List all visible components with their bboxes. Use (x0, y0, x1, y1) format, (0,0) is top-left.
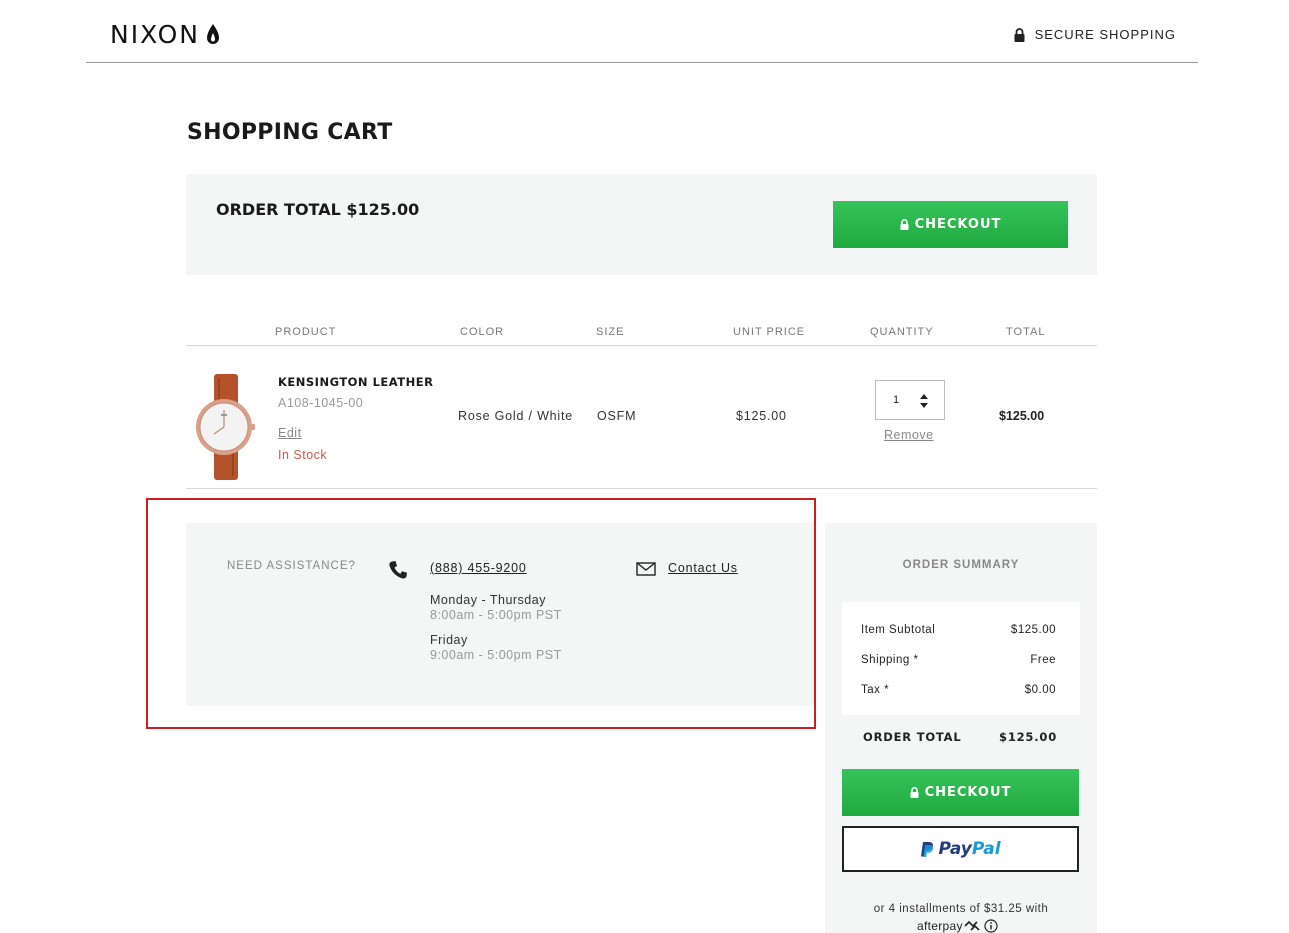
product-color: Rose Gold / White (458, 409, 574, 423)
column-header-product: PRODUCT (275, 326, 337, 338)
hours-day: Monday - Thursday (430, 593, 546, 607)
hours-day: Friday (430, 633, 468, 647)
lock-icon (910, 787, 919, 798)
paypal-button[interactable]: PayPal (842, 826, 1079, 872)
summary-value: $125.00 (1010, 624, 1056, 636)
column-header-quantity: QUANTITY (870, 326, 934, 338)
quantity-value[interactable]: 1 (893, 394, 899, 406)
table-divider (186, 345, 1097, 346)
summary-card: Item Subtotal $125.00 Shipping * Free Ta… (842, 602, 1080, 715)
checkout-label: CHECKOUT (914, 217, 1002, 232)
summary-label: Item Subtotal (861, 624, 936, 636)
quantity-spinner-icon[interactable] (918, 391, 930, 411)
page-title: SHOPPING CART (187, 120, 393, 145)
lock-icon (900, 219, 909, 230)
order-summary-title: ORDER SUMMARY (902, 559, 1020, 571)
info-icon[interactable] (984, 919, 998, 933)
checkout-button-top[interactable]: CHECKOUT (833, 201, 1068, 248)
summary-order-total: ORDER TOTAL $125.00 (863, 730, 1057, 744)
product-name[interactable]: KENSINGTON LEATHER (278, 375, 433, 389)
edit-link[interactable]: Edit (278, 426, 302, 440)
checkout-button-summary[interactable]: CHECKOUT (842, 769, 1079, 816)
summary-label: Shipping * (861, 654, 919, 666)
secure-shopping-label: SECURE SHOPPING (1034, 27, 1176, 42)
phone-icon (389, 561, 407, 579)
unit-price: $125.00 (736, 409, 787, 423)
paypal-icon (921, 841, 934, 857)
checkout-label: CHECKOUT (924, 785, 1012, 800)
summary-row-shipping: Shipping * Free (861, 654, 1056, 666)
assistance-title: NEED ASSISTANCE? (227, 560, 356, 572)
paypal-label: PayPal (938, 839, 1000, 859)
order-summary: ORDER SUMMARY Item Subtotal $125.00 Ship… (825, 523, 1097, 933)
product-sku: A108-1045-00 (278, 396, 364, 410)
nixon-logo[interactable]: NIXON (110, 20, 222, 49)
afterpay-logo[interactable]: afterpay (917, 919, 998, 933)
table-divider (186, 488, 1097, 489)
hours-time: 9:00am - 5:00pm PST (430, 648, 562, 662)
stock-status: In Stock (278, 448, 328, 462)
contact-us-link[interactable]: Contact Us (668, 561, 738, 575)
line-total: $125.00 (999, 409, 1045, 423)
site-header: NIXON SECURE SHOPPING (86, 0, 1198, 63)
lock-icon (1014, 27, 1025, 42)
summary-total-value: $125.00 (999, 730, 1057, 744)
nixon-logo-icon (206, 23, 219, 44)
product-size: OSFM (597, 409, 637, 423)
column-header-color: COLOR (460, 326, 505, 338)
order-total-bar: ORDER TOTAL $125.00 CHECKOUT (186, 174, 1097, 275)
product-image[interactable] (194, 372, 258, 482)
summary-row-tax: Tax * $0.00 (861, 684, 1056, 696)
secure-shopping: SECURE SHOPPING (1014, 27, 1176, 42)
afterpay-icon (964, 921, 980, 931)
hours-time: 8:00am - 5:00pm PST (430, 608, 562, 622)
paypal-label-pal: Pal (971, 839, 1001, 859)
column-header-unit-price: UNIT PRICE (733, 326, 806, 338)
summary-total-label: ORDER TOTAL (863, 730, 962, 744)
remove-link[interactable]: Remove (884, 428, 934, 442)
phone-link[interactable]: (888) 455-9200 (430, 561, 527, 575)
summary-value: Free (1030, 654, 1056, 666)
column-header-total: TOTAL (1006, 326, 1046, 338)
paypal-label-pay: Pay (938, 839, 972, 859)
summary-label: Tax * (861, 684, 890, 696)
summary-value: $0.00 (1024, 684, 1056, 696)
order-total-label: ORDER TOTAL $125.00 (216, 200, 420, 219)
summary-row-subtotal: Item Subtotal $125.00 (861, 624, 1056, 636)
column-header-size: SIZE (596, 326, 625, 338)
logo-text: NIXON (110, 20, 200, 49)
mail-icon (636, 562, 656, 576)
quantity-stepper[interactable]: 1 (875, 380, 945, 420)
afterpay-text: afterpay (917, 919, 963, 933)
installments-text: or 4 installments of $31.25 with (873, 903, 1049, 915)
